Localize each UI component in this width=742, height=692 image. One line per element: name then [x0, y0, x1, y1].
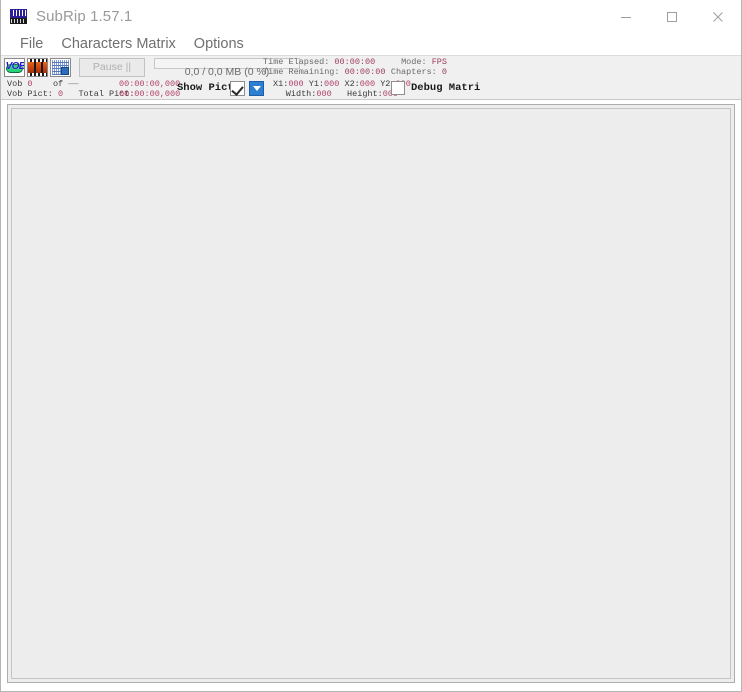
chapters-value: 0: [441, 67, 447, 77]
chevron-down-icon: [252, 86, 261, 91]
vob-pict-value: 0: [58, 89, 64, 99]
maximize-button[interactable]: [649, 0, 695, 33]
pause-button[interactable]: Pause ||: [79, 57, 145, 77]
vob-value: 0: [27, 79, 33, 89]
menu-options[interactable]: Options: [185, 33, 253, 55]
window-controls: [603, 0, 741, 33]
close-button[interactable]: [695, 0, 741, 33]
picture-canvas-frame: [7, 104, 735, 683]
width-label: Width:: [285, 89, 317, 99]
vob-counter-group: Vob 0 of —— Vob Pict: 0 Total Pict:: [7, 79, 135, 99]
mode-label: Mode:: [401, 57, 427, 67]
height-label: Height:: [347, 89, 383, 99]
picture-time-start: 00:00:00,000: [119, 79, 181, 89]
vob-pict-label: Vob Pict:: [7, 89, 53, 99]
show-pict-checkbox[interactable]: [230, 81, 245, 96]
mode-status-group: Mode: FPS Chapters: 0: [373, 57, 447, 77]
minimize-button[interactable]: [603, 0, 649, 33]
coord-y1-value: 000: [324, 79, 340, 89]
show-pict-dropdown-button[interactable]: [249, 81, 264, 96]
matrix-dither-icon[interactable]: [50, 57, 71, 77]
coord-y1-label: Y1:: [308, 79, 325, 89]
subrip-window: SubRip 1.57.1 File Characters Matrix Opt…: [0, 0, 742, 692]
chapters-label: Chapters:: [390, 67, 437, 77]
width-value: 000: [316, 89, 332, 99]
open-vob-icon[interactable]: VOB: [4, 57, 25, 77]
menu-bar: File Characters Matrix Options: [1, 33, 741, 55]
time-elapsed-value: 00:00:00: [334, 57, 376, 67]
window-title: SubRip 1.57.1: [36, 8, 133, 25]
toolbar-icon-group: VOB: [4, 57, 71, 77]
vob-label: Vob: [7, 79, 23, 89]
status-bar: Vob 0 of —— Vob Pict: 0 Total Pict: 00:0…: [1, 78, 741, 100]
open-filmstrip-icon[interactable]: [27, 57, 48, 77]
menu-file[interactable]: File: [11, 33, 52, 55]
vob-of-label: of: [52, 79, 64, 89]
subrip-app-icon: [10, 9, 27, 24]
time-remaining-label: Time Remaining:: [263, 67, 340, 77]
picture-canvas[interactable]: [11, 108, 731, 679]
mode-value: FPS: [431, 57, 447, 67]
menu-characters-matrix[interactable]: Characters Matrix: [52, 33, 184, 55]
coord-x2-label: X2:: [344, 79, 360, 89]
picture-time-group: 00:00:00,000 00:00:00,000: [119, 79, 180, 99]
coord-x1-label: X1:: [273, 79, 289, 89]
time-elapsed-label: Time Elapsed:: [263, 57, 330, 67]
debug-matrix-checkbox[interactable]: [391, 81, 405, 95]
coord-x2-value: 000: [359, 79, 376, 89]
toolbar: VOB Pause || 0,0 / 0,0 MB (0 %) Time Ela…: [1, 55, 741, 78]
vob-of-value: ——: [68, 79, 79, 89]
picture-time-end: 00:00:00,000: [119, 89, 181, 99]
coord-x1-value: 000: [288, 79, 304, 89]
debug-matrix-label: Debug Matri: [411, 82, 481, 94]
title-bar: SubRip 1.57.1: [1, 0, 741, 33]
time-status-group: Time Elapsed: 00:00:00 Time Remaining: 0…: [263, 57, 385, 77]
